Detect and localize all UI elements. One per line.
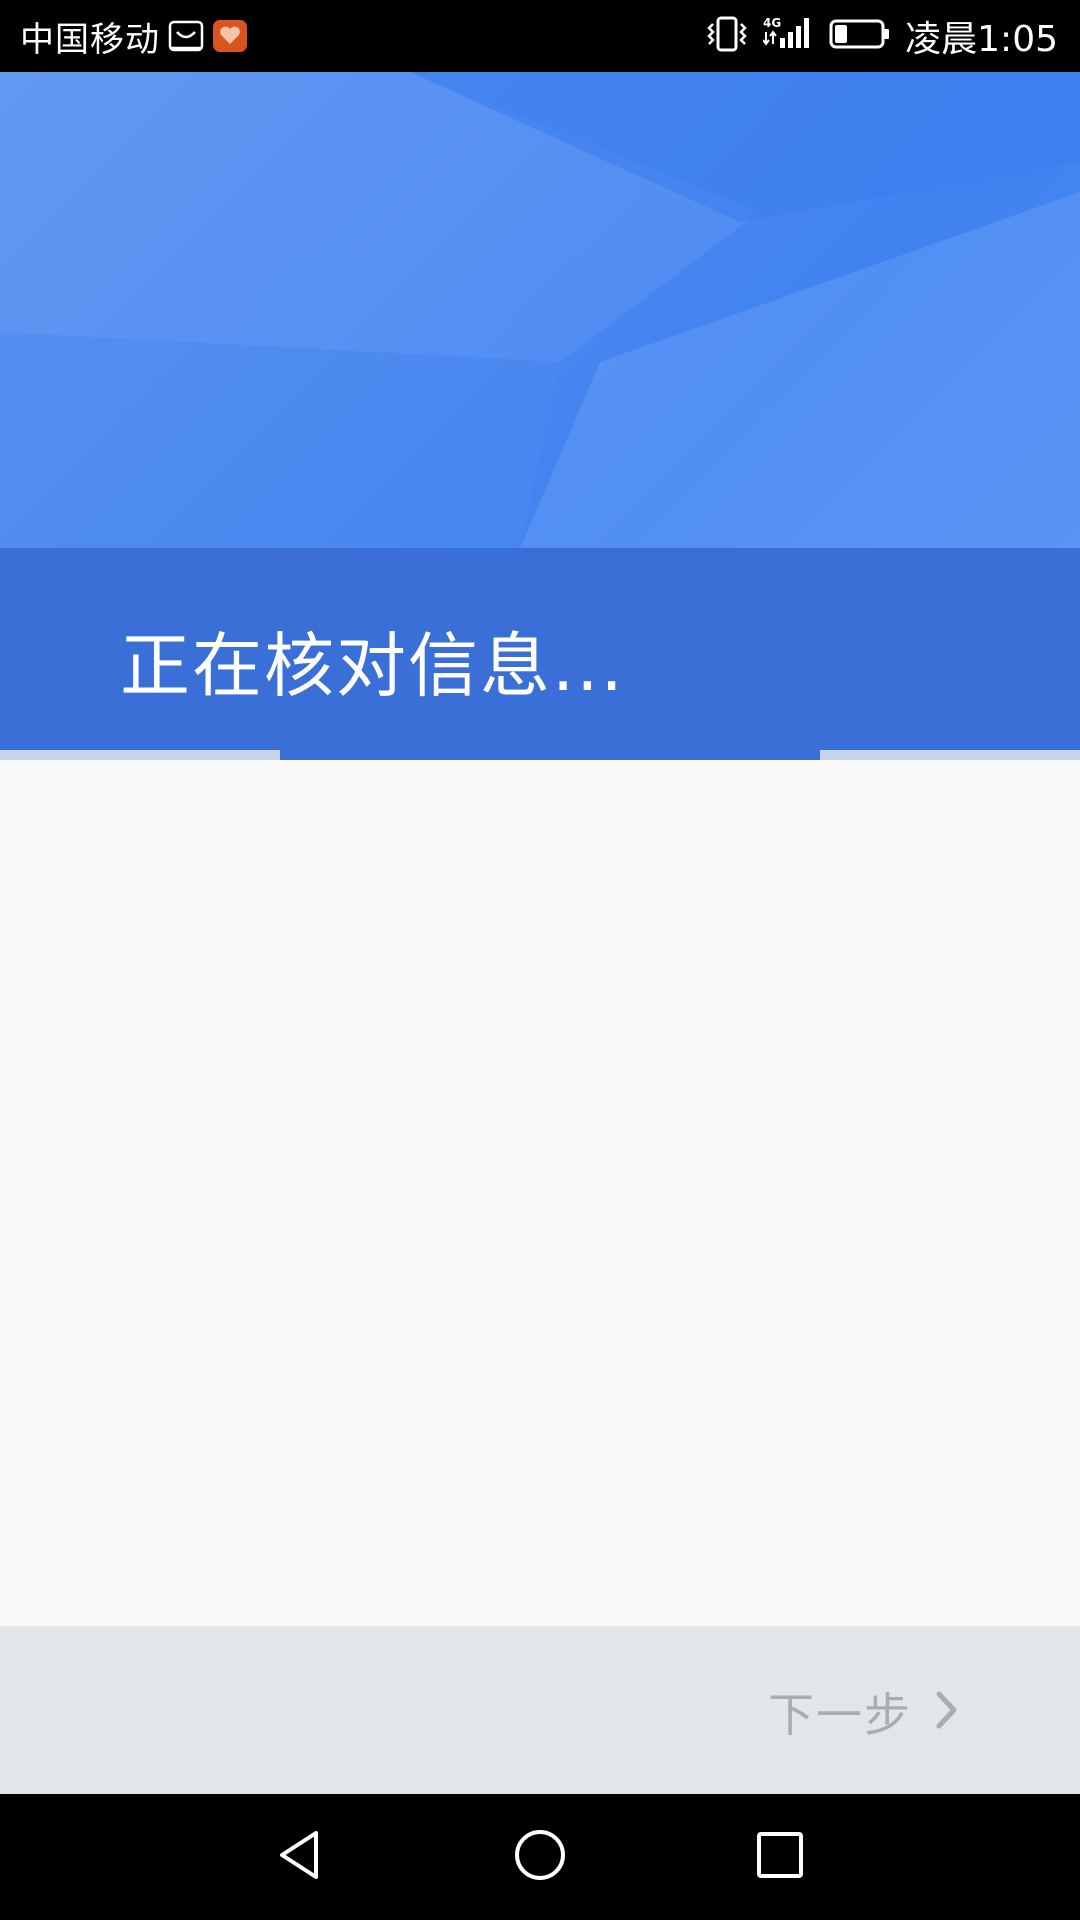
status-bar: 中国移动 4G 凌晨1:05 [0, 0, 1080, 72]
progress-bar [0, 750, 1080, 760]
nav-home-button[interactable] [480, 1797, 600, 1917]
nav-recents-button[interactable] [720, 1797, 840, 1917]
home-icon [512, 1827, 568, 1887]
status-right: 4G 凌晨1:05 [691, 0, 1058, 72]
next-button[interactable]: 下一步 [768, 1682, 960, 1742]
header-background-shapes [0, 72, 1080, 548]
page-title: 正在核对信息... [120, 625, 625, 707]
next-button-label: 下一步 [768, 1688, 912, 1742]
status-clock: 凌晨1:05 [905, 19, 1058, 60]
screen: 中国移动 4G 凌晨1:05 正在核对信息... 下一步 [0, 0, 1080, 1920]
navigation-bar [0, 1794, 1080, 1920]
footer-bar: 下一步 [0, 1626, 1080, 1794]
nav-back-button[interactable] [240, 1797, 360, 1917]
content-area [0, 760, 1080, 1626]
back-icon [272, 1827, 328, 1887]
network-label: 4G [763, 16, 781, 30]
chevron-right-icon [934, 1690, 960, 1734]
signal-4g-icon: 4G [762, 14, 815, 58]
header-banner [0, 72, 1080, 548]
progress-fill [280, 750, 820, 760]
battery-icon [829, 17, 891, 55]
heart-app-icon [212, 18, 248, 54]
shopping-bag-icon [168, 18, 204, 54]
status-left: 中国移动 [20, 0, 248, 72]
recents-icon [752, 1827, 808, 1887]
carrier-name: 中国移动 [20, 19, 160, 60]
vibrate-icon [705, 14, 749, 58]
